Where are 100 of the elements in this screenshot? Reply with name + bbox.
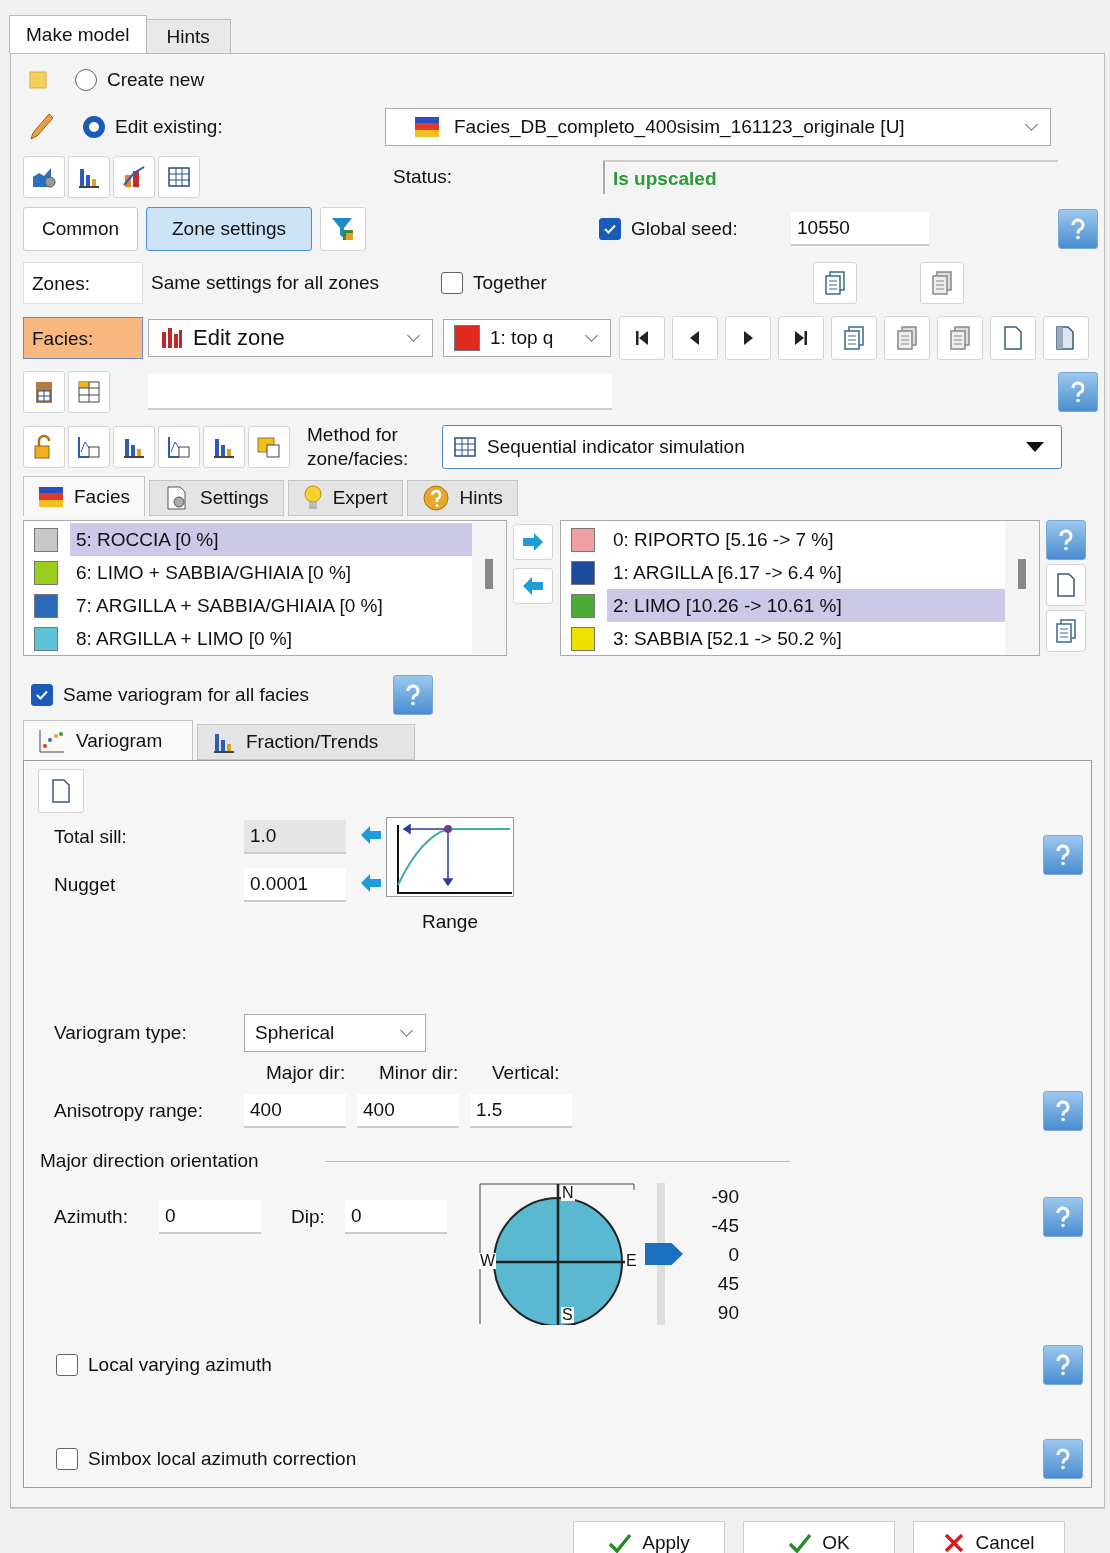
tab[interactable]: Make model <box>9 15 147 53</box>
first-button[interactable] <box>619 316 665 360</box>
checkbox[interactable] <box>441 272 463 294</box>
clipboard-button[interactable] <box>23 371 65 413</box>
help-button[interactable] <box>1058 209 1098 249</box>
copy-icon <box>1054 618 1078 644</box>
global-seed-field[interactable]: 10550 <box>791 212 929 246</box>
add-button[interactable] <box>513 524 553 560</box>
table-button[interactable] <box>68 371 110 413</box>
tab[interactable]: Facies <box>23 476 145 516</box>
radio-option[interactable]: Edit existing: <box>83 116 383 138</box>
copy-button[interactable] <box>813 262 857 304</box>
help-button[interactable] <box>1043 1197 1083 1237</box>
histogram-button[interactable] <box>113 426 155 468</box>
scale-label: 0 <box>728 1243 739 1266</box>
help-button[interactable] <box>1043 1091 1083 1131</box>
new-item-icon <box>29 71 47 89</box>
list-item[interactable]: 7: ARGILLA + SABBIA/GHIAIA [0 %] <box>24 589 472 622</box>
scrollbar-thumb[interactable] <box>1018 559 1026 589</box>
method-label: Method for zone/facies: <box>307 423 410 471</box>
help-button[interactable] <box>1043 1345 1083 1385</box>
paste-button[interactable] <box>920 262 964 304</box>
list-item[interactable]: 3: SABBIA [52.1 -> 50.2 %] <box>561 622 1005 655</box>
help-button[interactable] <box>393 675 433 715</box>
remove-button[interactable] <box>513 568 553 604</box>
value-field[interactable]: 400 <box>357 1094 459 1128</box>
scale-label: 90 <box>717 1301 739 1324</box>
help-button[interactable] <box>1058 372 1098 412</box>
field-label: Total sill: <box>54 826 128 848</box>
next-button[interactable] <box>725 316 771 360</box>
model-dropdown[interactable]: Facies_DB_completo_400sisim_161123_originale [U] <box>385 108 1051 146</box>
status-field: Is upscaled <box>603 160 1058 194</box>
list-item[interactable]: 6: LIMO + SABBIA/GHIAIA [0 %] <box>24 556 472 589</box>
tab[interactable]: Variogram <box>23 720 193 760</box>
azimuth-label: Azimuth: <box>54 1206 129 1228</box>
help-button[interactable] <box>1043 1439 1083 1479</box>
checkbox[interactable] <box>599 218 621 240</box>
dropdown-arrow-icon <box>1025 441 1045 453</box>
tab[interactable]: Fraction/Trends <box>197 724 415 760</box>
chart-settings-button[interactable] <box>23 156 65 198</box>
plot-icon <box>166 434 192 460</box>
document-button[interactable] <box>1043 316 1089 360</box>
checkbox[interactable] <box>31 684 53 706</box>
filter-button[interactable] <box>320 207 366 251</box>
slider-thumb[interactable] <box>645 1243 683 1265</box>
color-swatch-icon <box>454 325 480 351</box>
filter-icon <box>330 215 356 243</box>
zones-label: Zones: <box>23 262 143 304</box>
option-label: Simbox local azimuth correction <box>88 1448 358 1470</box>
table-icon <box>453 435 477 459</box>
apply-button[interactable]: Apply <box>573 1521 725 1553</box>
copy-icon <box>930 270 954 296</box>
mode-tab[interactable]: Common <box>23 207 138 251</box>
method-dropdown[interactable]: Sequential indicator simulation <box>442 425 1062 469</box>
last-button[interactable] <box>778 316 824 360</box>
scale-label: -90 <box>711 1185 739 1208</box>
variogram-type-dropdown[interactable]: Spherical <box>244 1014 426 1052</box>
value-field[interactable]: 400 <box>244 1094 346 1128</box>
ok-button[interactable]: OK <box>743 1521 895 1553</box>
new-document-button[interactable] <box>990 316 1036 360</box>
value-field[interactable]: 1.5 <box>470 1094 572 1128</box>
bar-chart-icon <box>159 326 183 350</box>
dip-field[interactable]: 0 <box>345 1200 447 1234</box>
plot-icon <box>76 434 102 460</box>
previous-button[interactable] <box>672 316 718 360</box>
help-button[interactable] <box>1046 520 1086 560</box>
layers-icon <box>38 485 64 508</box>
checkbox[interactable] <box>56 1448 78 1470</box>
plot-button[interactable] <box>68 426 110 468</box>
help-button[interactable] <box>1043 835 1083 875</box>
zone-mode-dropdown[interactable]: Edit zone <box>148 319 433 357</box>
paste-button[interactable] <box>937 316 983 360</box>
azimuth-field[interactable]: 0 <box>159 1200 261 1234</box>
new-document-button[interactable] <box>1046 564 1086 606</box>
scatter-plot-icon <box>38 727 66 754</box>
tab[interactable]: Hints <box>145 19 231 53</box>
tab[interactable]: Settings <box>148 480 284 516</box>
scrollbar-thumb[interactable] <box>485 559 493 589</box>
radio-option[interactable]: Create new <box>75 69 205 91</box>
new-document-button[interactable] <box>38 769 84 813</box>
list-item[interactable]: 1: ARGILLA [6.17 -> 6.4 %] <box>561 556 1005 589</box>
histogram-button[interactable] <box>203 426 245 468</box>
zone-dropdown[interactable]: 1: top q <box>443 319 611 357</box>
paste-button[interactable] <box>884 316 930 360</box>
list-item[interactable]: 8: ARGILLA + LIMO [0 %] <box>24 622 472 655</box>
histogram-button[interactable] <box>68 156 110 198</box>
cancel-button[interactable]: Cancel <box>913 1521 1065 1553</box>
checkbox[interactable] <box>56 1354 78 1376</box>
mode-tab[interactable]: Zone settings <box>146 207 312 251</box>
copy-button[interactable] <box>1046 610 1086 652</box>
tab[interactable]: Hints <box>406 480 518 516</box>
plot-button[interactable] <box>158 426 200 468</box>
list-item[interactable]: 0: RIPORTO [5.16 -> 7 %] <box>561 523 1005 556</box>
lock-button[interactable] <box>23 426 65 468</box>
tab[interactable]: Expert <box>287 480 403 516</box>
copy-button[interactable] <box>831 316 877 360</box>
chart-button[interactable] <box>113 156 155 198</box>
table-button[interactable] <box>158 156 200 198</box>
value-field[interactable]: 0.0001 <box>244 868 346 902</box>
text-field[interactable] <box>148 374 612 410</box>
